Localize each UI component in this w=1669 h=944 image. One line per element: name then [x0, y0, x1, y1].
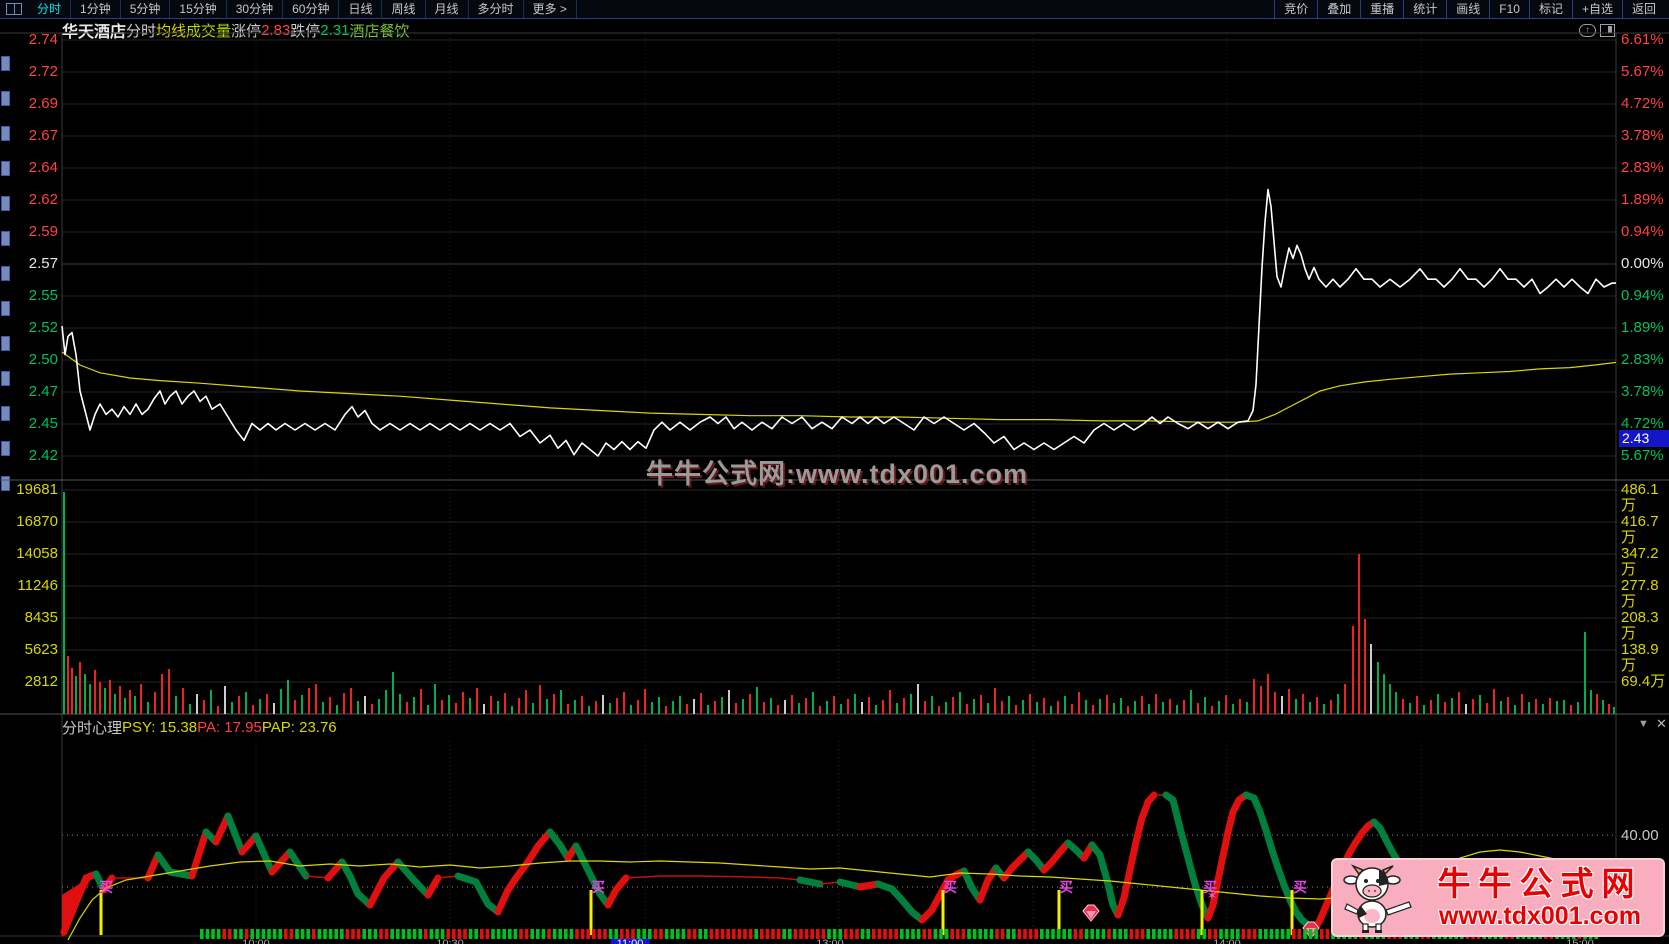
logo-site-url: www.tdx001.com: [1439, 901, 1641, 930]
indicator-header-part-1: PSY: 15.38: [122, 718, 198, 736]
indicator-header-part-0: 分时心理: [62, 719, 123, 737]
cow-mascot-icon: [1343, 863, 1412, 933]
indicator-header-part-3: PAP: 23.76: [261, 718, 337, 736]
indicator-close-icon[interactable]: ✕: [1656, 716, 1667, 732]
logo-text: 牛牛公式网 www.tdx001.com: [1417, 867, 1663, 929]
indicator-level-label: 40.00: [1621, 827, 1659, 844]
watermark-text: 牛牛公式网:www.tdx001.com: [645, 459, 1029, 489]
indicator-header-part-2: PA: 17.95: [197, 718, 262, 736]
indicator-collapse-icon[interactable]: ▼: [1638, 718, 1649, 730]
tdx-app: 分时 1分钟 5分钟 15分钟 30分钟 60分钟 日线 周线 月线 多分时 更多 > 竞价 叠加 重播…: [0, 0, 1669, 944]
site-logo: 牛牛公式网 www.tdx001.com: [1331, 858, 1665, 937]
gem-icon: [1082, 904, 1100, 922]
indicator-header: 分时心理 PSY: 15.38 PA: 17.95 PAP: 23.76: [62, 716, 337, 738]
crosshair-price-box: 2.43: [1619, 430, 1669, 447]
logo-site-name: 牛牛公式网: [1437, 864, 1643, 902]
